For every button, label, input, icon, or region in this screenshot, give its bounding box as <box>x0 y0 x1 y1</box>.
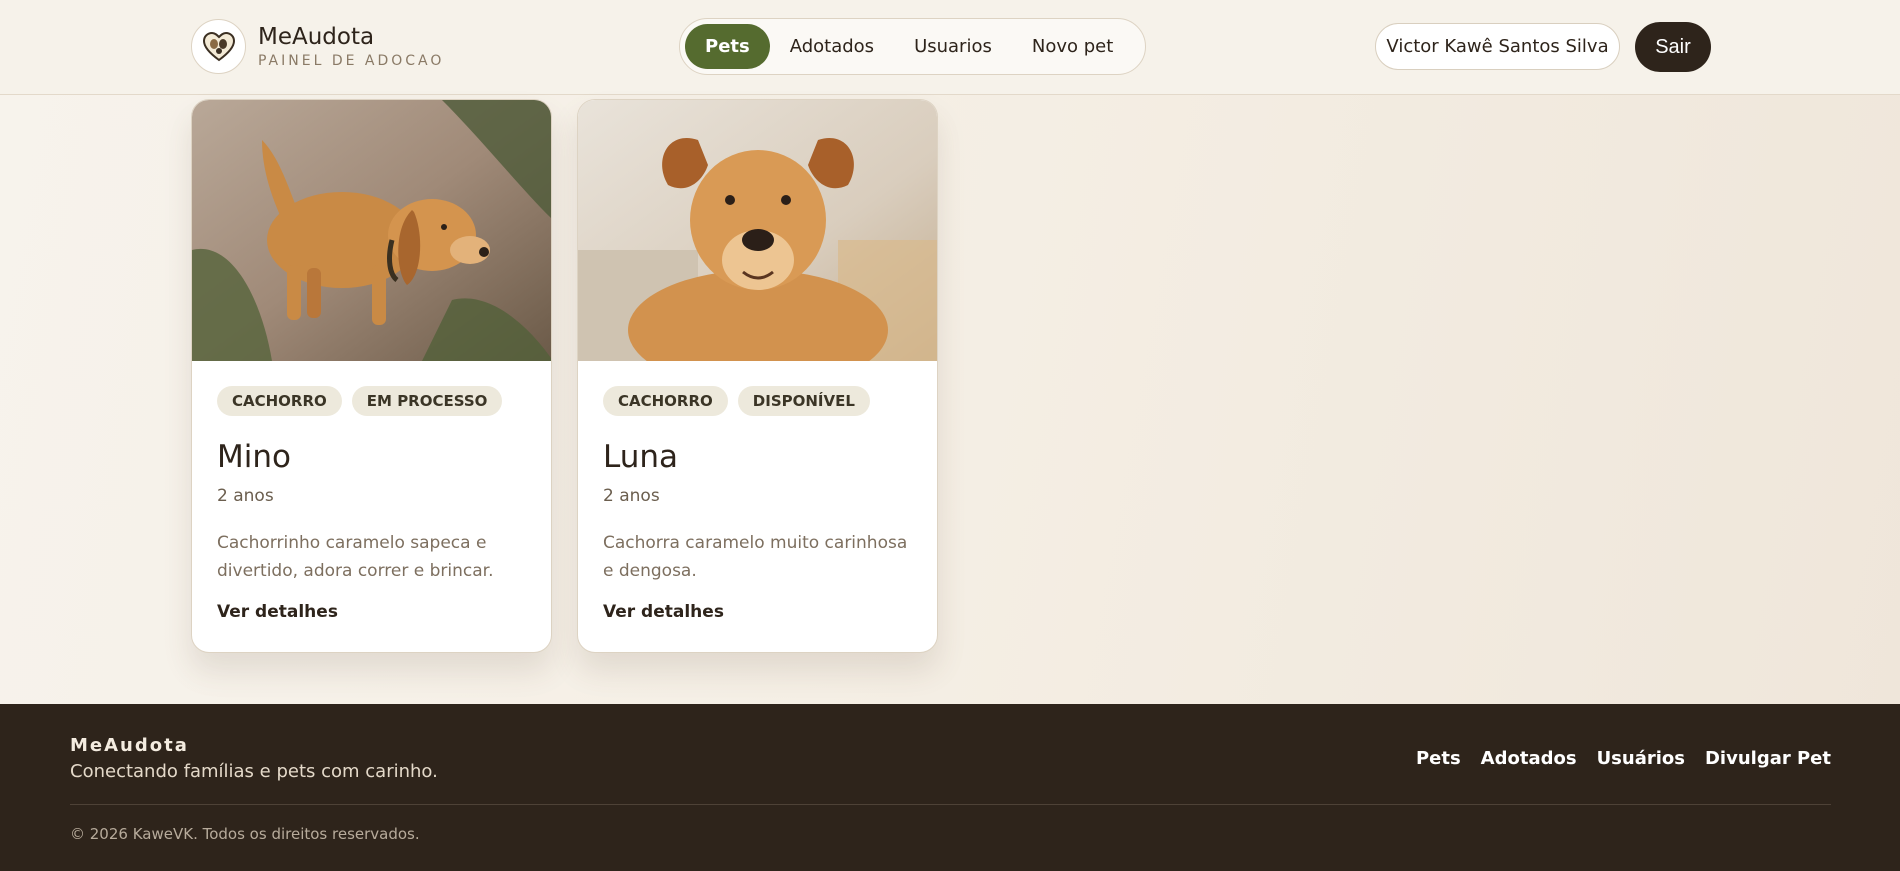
top-header: MeAudota PAINEL DE ADOCAO Pets Adotados … <box>0 0 1900 95</box>
footer-link-pets[interactable]: Pets <box>1416 748 1461 769</box>
pet-name: Mino <box>217 439 291 475</box>
pet-photo[interactable] <box>192 100 551 361</box>
footer-link-usuarios[interactable]: Usuários <box>1597 748 1685 769</box>
logout-button[interactable]: Sair <box>1635 22 1711 72</box>
status-badge: DISPONÍVEL <box>737 386 870 416</box>
brand[interactable]: MeAudota PAINEL DE ADOCAO <box>191 19 444 74</box>
brand-name: MeAudota <box>258 23 375 50</box>
view-details-link[interactable]: Ver detalhes <box>217 602 526 622</box>
nav-item-novo-pet[interactable]: Novo pet <box>1012 24 1133 69</box>
user-name-pill[interactable]: Victor Kawê Santos Silva <box>1375 23 1620 70</box>
species-tag: CACHORRO <box>217 386 342 416</box>
footer-link-divulgar-pet[interactable]: Divulgar Pet <box>1705 748 1831 769</box>
brand-subtitle: PAINEL DE ADOCAO <box>258 52 445 69</box>
view-details-link[interactable]: Ver detalhes <box>603 602 912 622</box>
footer-links: Pets Adotados Usuários Divulgar Pet <box>1416 748 1831 769</box>
pet-card: CACHORRO EM PROCESSO Mino 2 anos Cachorr… <box>191 99 552 653</box>
pet-card: CACHORRO DISPONÍVEL Luna 2 anos Cachorra… <box>577 99 938 653</box>
nav-item-adotados[interactable]: Adotados <box>770 24 894 69</box>
footer-brand: MeAudota <box>70 735 189 756</box>
pet-description: Cachorra caramelo muito carinhosa e deng… <box>603 533 908 581</box>
pet-name: Luna <box>603 439 679 475</box>
footer-link-adotados[interactable]: Adotados <box>1481 748 1577 769</box>
main-nav: Pets Adotados Usuarios Novo pet <box>679 18 1146 75</box>
pet-photo[interactable] <box>578 100 937 361</box>
footer-copyright: © 2026 KaweVK. Todos os direitos reserva… <box>70 825 420 843</box>
status-badge: EM PROCESSO <box>351 386 503 416</box>
pet-description: Cachorrinho caramelo sapeca e divertido,… <box>217 533 494 581</box>
pet-age: 2 anos <box>217 486 274 506</box>
paw-heart-icon <box>191 19 246 74</box>
footer-divider <box>70 804 1831 805</box>
nav-item-pets[interactable]: Pets <box>685 24 770 69</box>
species-tag: CACHORRO <box>603 386 728 416</box>
site-footer: MeAudota Conectando famílias e pets com … <box>0 704 1900 871</box>
footer-tagline: Conectando famílias e pets com carinho. <box>70 761 438 782</box>
nav-item-usuarios[interactable]: Usuarios <box>894 24 1012 69</box>
pet-age: 2 anos <box>603 486 660 506</box>
